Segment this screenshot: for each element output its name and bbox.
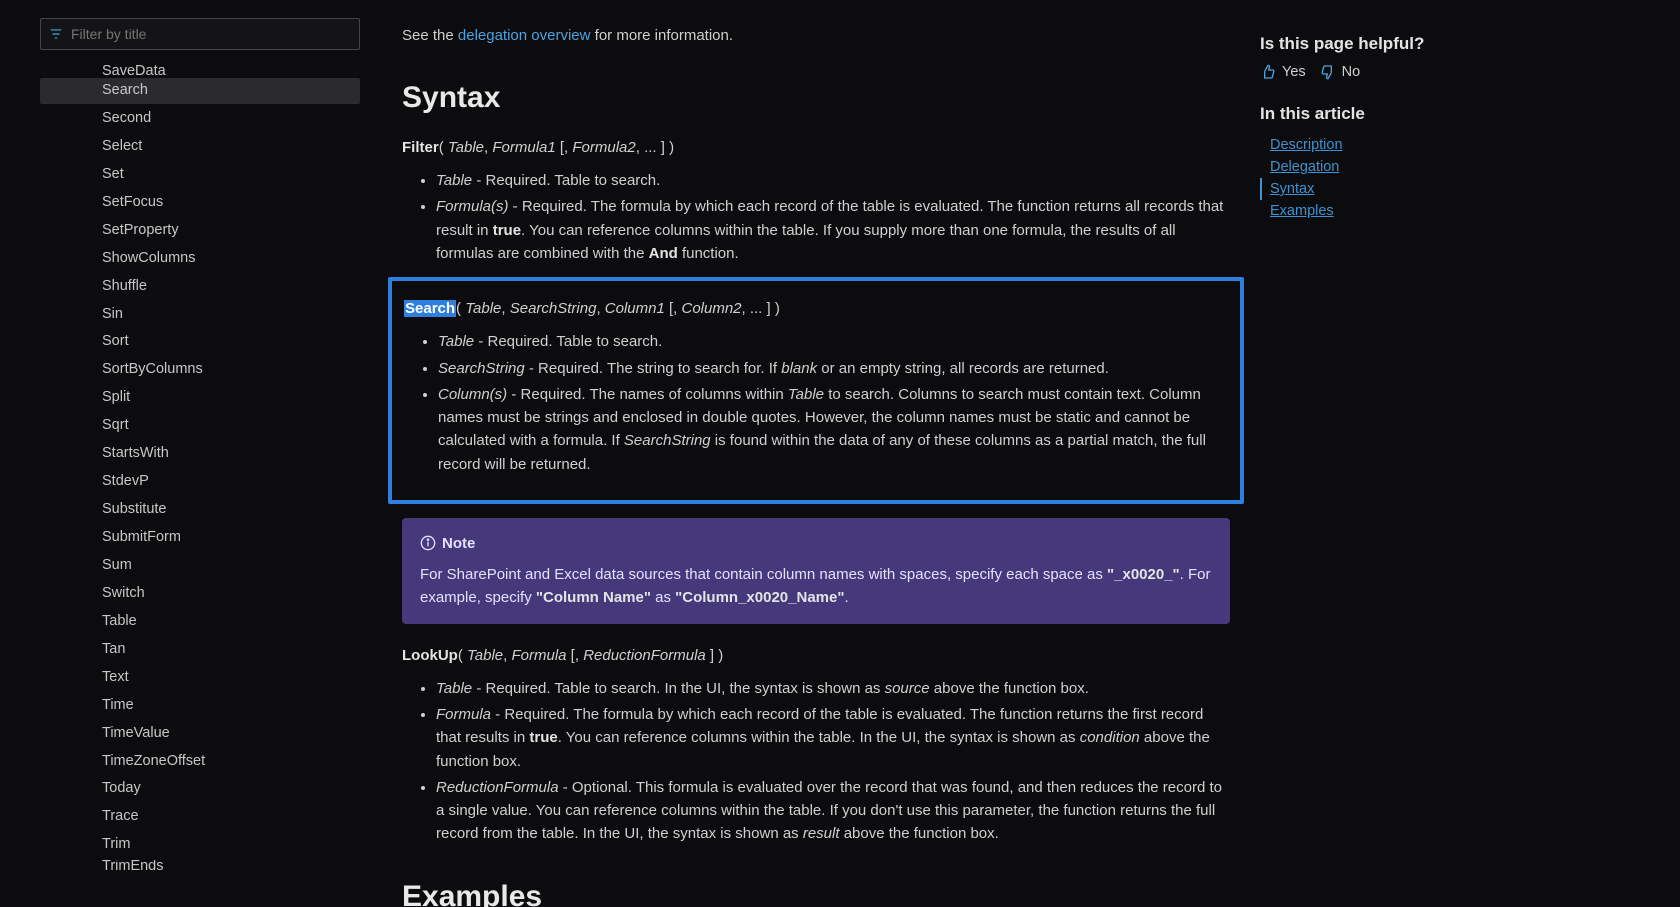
thumbs-down-icon (1320, 64, 1336, 80)
sidebar: SaveData SearchSecondSelectSetSetFocusSe… (0, 10, 360, 907)
search-signature: Search( Table, SearchString, Column1 [, … (404, 297, 1228, 320)
nav-item[interactable]: Search (40, 78, 360, 104)
right-rail: Is this page helpful? Yes No In this art… (1260, 10, 1500, 907)
toc-item[interactable]: Examples (1260, 200, 1484, 222)
heading-examples: Examples (402, 874, 1230, 907)
nav-item[interactable]: SubmitForm (40, 525, 360, 551)
toc-item[interactable]: Syntax (1260, 178, 1484, 200)
nav-item[interactable]: Sqrt (40, 413, 360, 439)
helpful-heading: Is this page helpful? (1260, 34, 1484, 54)
search-params: Table - Required. Table to search. Searc… (438, 330, 1228, 476)
nav-item[interactable]: Trim (40, 832, 360, 858)
filter-signature: Filter( Table, Formula1 [, Formula2, ...… (402, 136, 1230, 159)
nav-item[interactable]: Sort (40, 329, 360, 355)
nav-item[interactable]: Switch (40, 581, 360, 607)
search-highlight: Search( Table, SearchString, Column1 [, … (388, 277, 1244, 504)
info-icon (420, 535, 436, 551)
nav-item[interactable]: SortByColumns (40, 357, 360, 383)
nav-item[interactable]: Sum (40, 553, 360, 579)
nav-item[interactable]: Substitute (40, 497, 360, 523)
nav-item[interactable]: Set (40, 162, 360, 188)
nav-item[interactable]: TimeValue (40, 721, 360, 747)
nav-item[interactable]: SetProperty (40, 218, 360, 244)
nav-item[interactable]: Trace (40, 804, 360, 830)
in-article-heading: In this article (1260, 104, 1484, 124)
nav-item[interactable]: Today (40, 776, 360, 802)
nav-list[interactable]: SaveData SearchSecondSelectSetSetFocusSe… (40, 62, 360, 907)
nav-item[interactable]: Sin (40, 302, 360, 328)
nav-item[interactable]: StartsWith (40, 441, 360, 467)
lookup-params: Table - Required. Table to search. In th… (436, 677, 1230, 846)
nav-item-cut-top[interactable]: SaveData (40, 64, 360, 76)
and-link[interactable]: And (649, 245, 678, 262)
lookup-signature: LookUp( Table, Formula [, ReductionFormu… (402, 644, 1230, 667)
toc: DescriptionDelegationSyntaxExamples (1260, 134, 1484, 222)
intro-paragraph: See the delegation overview for more inf… (402, 24, 1230, 47)
nav-item[interactable]: Second (40, 106, 360, 132)
nav-item[interactable]: StdevP (40, 469, 360, 495)
note-title: Note (442, 532, 475, 555)
nav-item[interactable]: Split (40, 385, 360, 411)
filter-container (40, 18, 360, 50)
delegation-link[interactable]: delegation overview (458, 27, 591, 44)
article: See the delegation overview for more inf… (360, 10, 1260, 907)
nav-item[interactable]: Time (40, 693, 360, 719)
nav-item[interactable]: Text (40, 665, 360, 691)
toc-item[interactable]: Description (1260, 134, 1484, 156)
note-body: For SharePoint and Excel data sources th… (420, 563, 1212, 610)
filter-input[interactable] (63, 26, 351, 42)
nav-item-cut-bot[interactable]: TrimEnds (40, 860, 360, 874)
heading-syntax: Syntax (402, 75, 1230, 122)
filter-params: Table - Required. Table to search. Formu… (436, 169, 1230, 265)
nav-item[interactable]: TimeZoneOffset (40, 749, 360, 775)
nav-item[interactable]: ShowColumns (40, 246, 360, 272)
nav-item[interactable]: Table (40, 609, 360, 635)
note-box: Note For SharePoint and Excel data sourc… (402, 518, 1230, 624)
feedback-yes[interactable]: Yes (1260, 64, 1306, 80)
nav-item[interactable]: Shuffle (40, 274, 360, 300)
feedback-no[interactable]: No (1320, 64, 1361, 80)
toc-item[interactable]: Delegation (1260, 156, 1484, 178)
nav-item[interactable]: Tan (40, 637, 360, 663)
thumbs-up-icon (1260, 64, 1276, 80)
filter-icon (49, 27, 63, 41)
nav-item[interactable]: Select (40, 134, 360, 160)
nav-item[interactable]: SetFocus (40, 190, 360, 216)
